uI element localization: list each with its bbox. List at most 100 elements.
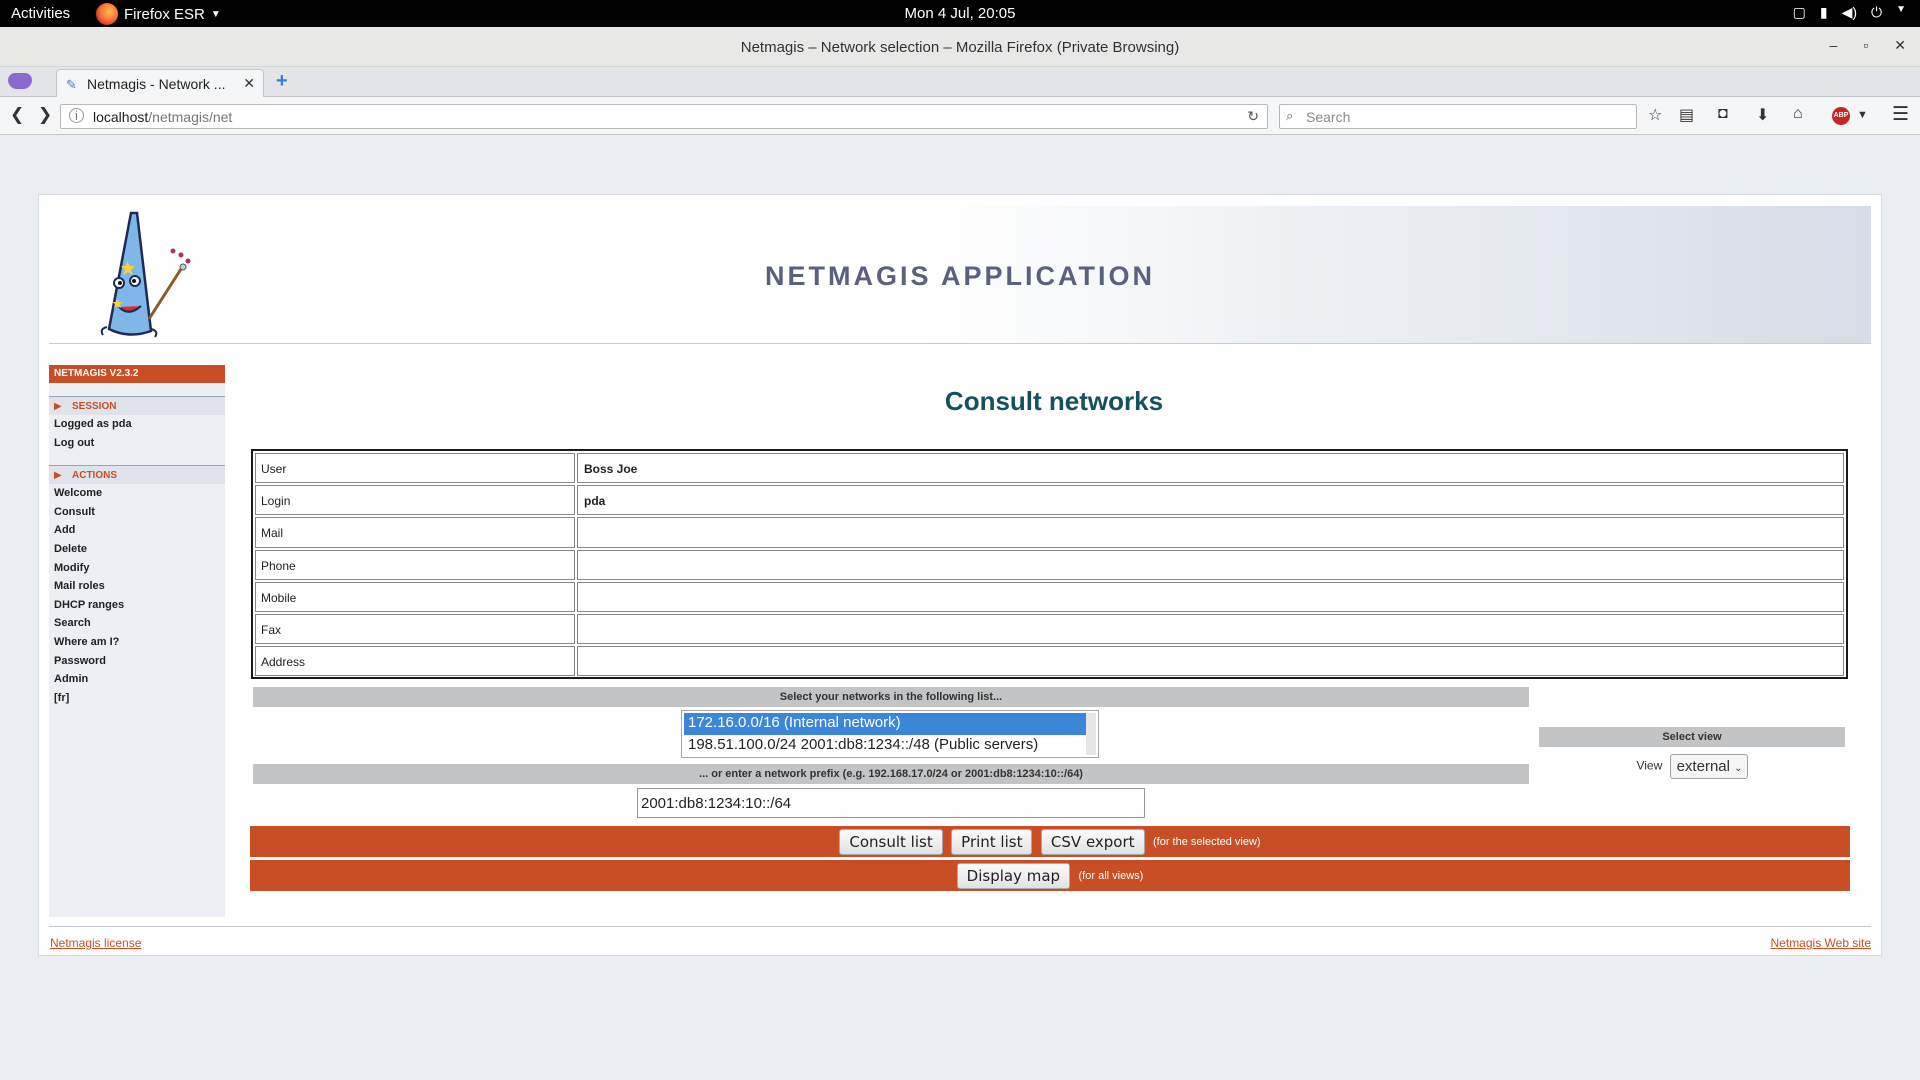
license-link[interactable]: Netmagis license (50, 936, 141, 950)
network-listbox[interactable]: 172.16.0.0/16 (Internal network) 198.51.… (681, 710, 1099, 758)
firefox-logo-icon (96, 3, 118, 25)
maximize-icon[interactable]: ▫ (1863, 37, 1868, 54)
window-icon: ▢ (1792, 4, 1806, 20)
consult-list-button[interactable]: Consult list (839, 829, 943, 855)
all-views-note: (for all views) (1078, 870, 1144, 882)
footer-divider (49, 926, 1871, 927)
table-row: Mail (254, 516, 1845, 548)
window-controls: – ▫ ✕ (1830, 37, 1907, 54)
sidebar-item-password[interactable]: Password (49, 652, 225, 671)
sidebar-section-actions: ▶ ACTIONS (49, 465, 225, 485)
mobile-value (577, 581, 1844, 612)
site-info-icon[interactable]: i (69, 108, 84, 123)
download-icon[interactable]: ⬇ (1756, 105, 1769, 125)
address-value (577, 646, 1844, 677)
system-tray[interactable]: ▢ ▮ ◀) ⏻ ▼ (1793, 4, 1906, 21)
back-icon[interactable]: ❮ (10, 105, 24, 125)
csv-export-button[interactable]: CSV export (1040, 829, 1145, 855)
user-value: Boss Joe (577, 453, 1844, 484)
phone-value (577, 549, 1844, 580)
sidebar-item-admin[interactable]: Admin (49, 670, 225, 689)
app-title: NETMAGIS APPLICATION (765, 261, 1155, 291)
minimize-icon[interactable]: – (1830, 37, 1838, 54)
version-badge: NETMAGIS V2.3.2 (49, 365, 225, 383)
sidebar-item-logout[interactable]: Log out (49, 434, 225, 453)
table-row: Login pda (254, 484, 1845, 516)
print-list-button[interactable]: Print list (951, 829, 1033, 855)
select-view-header: Select view (1539, 727, 1845, 747)
view-select-value: external (1676, 758, 1730, 775)
activities-button[interactable]: Activities (11, 5, 70, 22)
website-link[interactable]: Netmagis Web site (1771, 936, 1871, 950)
sidebar-item-search[interactable]: Search (49, 614, 225, 633)
chevron-down-icon: ⌄ (1734, 763, 1743, 774)
home-icon[interactable]: ⌂ (1793, 105, 1803, 123)
section-title: SESSION (72, 401, 117, 412)
address-label: Address (255, 646, 575, 677)
app-menu-label: Firefox ESR (124, 5, 205, 23)
login-label: Login (255, 485, 575, 516)
sidebar-item-where-am-i[interactable]: Where am I? (49, 633, 225, 652)
sidebar-section-session: ▶ SESSION (49, 396, 225, 415)
tab-label: Netmagis - Network ... (87, 76, 226, 92)
page-title: Consult networks (944, 386, 1164, 416)
pocket-icon[interactable]: ◘ (1718, 105, 1728, 123)
triangle-right-icon: ▶ (54, 470, 62, 482)
network-icon: ▮ (1819, 4, 1828, 20)
close-icon[interactable]: ✕ (1894, 37, 1906, 54)
fax-label: Fax (255, 613, 575, 645)
view-select[interactable]: external ⌄ (1669, 754, 1748, 779)
url-bar[interactable]: i localhost/netmagis/net ↻ (60, 104, 1268, 129)
app-menu[interactable]: Firefox ESR ▼ (96, 3, 221, 25)
tab-netmagis[interactable]: ✎ Netmagis - Network ... ✕ (56, 69, 264, 98)
sidebar-item-dhcp-ranges[interactable]: DHCP ranges (49, 596, 225, 615)
search-input[interactable]: ⌕ Search (1279, 104, 1637, 129)
display-map-button[interactable]: Display map (956, 863, 1071, 889)
user-label: User (255, 453, 575, 484)
selected-view-note: (for the selected view) (1153, 836, 1261, 848)
favicon-icon: ✎ (66, 77, 77, 92)
network-option-selected[interactable]: 172.16.0.0/16 (Internal network) (684, 713, 1087, 735)
section-title: ACTIONS (72, 470, 117, 482)
sidebar-item-language[interactable]: [fr] (49, 689, 225, 708)
mobile-label: Mobile (255, 581, 575, 612)
mail-label: Mail (255, 517, 575, 548)
fax-value (577, 613, 1844, 645)
reload-icon[interactable]: ↻ (1247, 108, 1259, 125)
page-container: NETMAGIS APPLICATION NETMAGIS V2.3.2 ▶ SE… (38, 194, 1882, 956)
bookmark-star-icon[interactable]: ☆ (1648, 105, 1662, 125)
reading-list-icon[interactable]: ▤ (1679, 105, 1694, 125)
system-top-bar: Activities Firefox ESR ▼ Mon 4 Jul, 20:0… (0, 0, 1920, 27)
chevron-down-icon[interactable]: ▼ (1857, 109, 1868, 121)
nav-bar: ❮ ❯ i localhost/netmagis/net ↻ ⌕ Search … (0, 97, 1920, 135)
sidebar-item-add[interactable]: Add (49, 521, 225, 540)
listbox-scrollbar[interactable] (1086, 713, 1096, 755)
url-path: /netmagis/net (148, 109, 233, 125)
forward-icon[interactable]: ❯ (38, 105, 52, 125)
sidebar-item-modify[interactable]: Modify (49, 559, 225, 578)
network-option[interactable]: 198.51.100.0/24 2001:db8:1234::/48 (Publ… (684, 735, 1087, 757)
new-tab-icon[interactable]: + (276, 70, 288, 93)
window-titlebar: Netmagis – Network selection – Mozilla F… (0, 27, 1920, 67)
window-title: Netmagis – Network selection – Mozilla F… (740, 39, 1180, 56)
url-host: localhost (93, 109, 149, 125)
network-prefix-input[interactable]: 2001:db8:1234:10::/64 (637, 788, 1145, 818)
select-view-panel: Select view View external ⌄ (1539, 727, 1845, 779)
power-icon: ⏻ (1871, 4, 1883, 20)
clock[interactable]: Mon 4 Jul, 20:05 (0, 5, 1920, 22)
page-header: NETMAGIS APPLICATION (49, 206, 1871, 344)
table-row: Fax (254, 613, 1845, 645)
sidebar-item-delete[interactable]: Delete (49, 540, 225, 559)
sidebar-item-welcome[interactable]: Welcome (49, 484, 225, 503)
private-browsing-icon (8, 73, 32, 89)
hamburger-menu-icon[interactable]: ☰ (1892, 103, 1909, 126)
volume-icon: ◀) (1841, 4, 1858, 20)
select-networks-header: Select your networks in the following li… (253, 687, 1529, 707)
table-row: User Boss Joe (254, 452, 1845, 484)
sidebar-item-mail-roles[interactable]: Mail roles (49, 577, 225, 596)
tab-strip: ✎ Netmagis - Network ... ✕ + (0, 67, 1920, 98)
sidebar-item-consult[interactable]: Consult (49, 503, 225, 522)
user-info-table: User Boss Joe Login pda Mail Phone Mobil… (251, 449, 1848, 679)
tab-close-icon[interactable]: ✕ (243, 75, 255, 92)
adblock-icon[interactable]: ABP (1832, 107, 1850, 125)
